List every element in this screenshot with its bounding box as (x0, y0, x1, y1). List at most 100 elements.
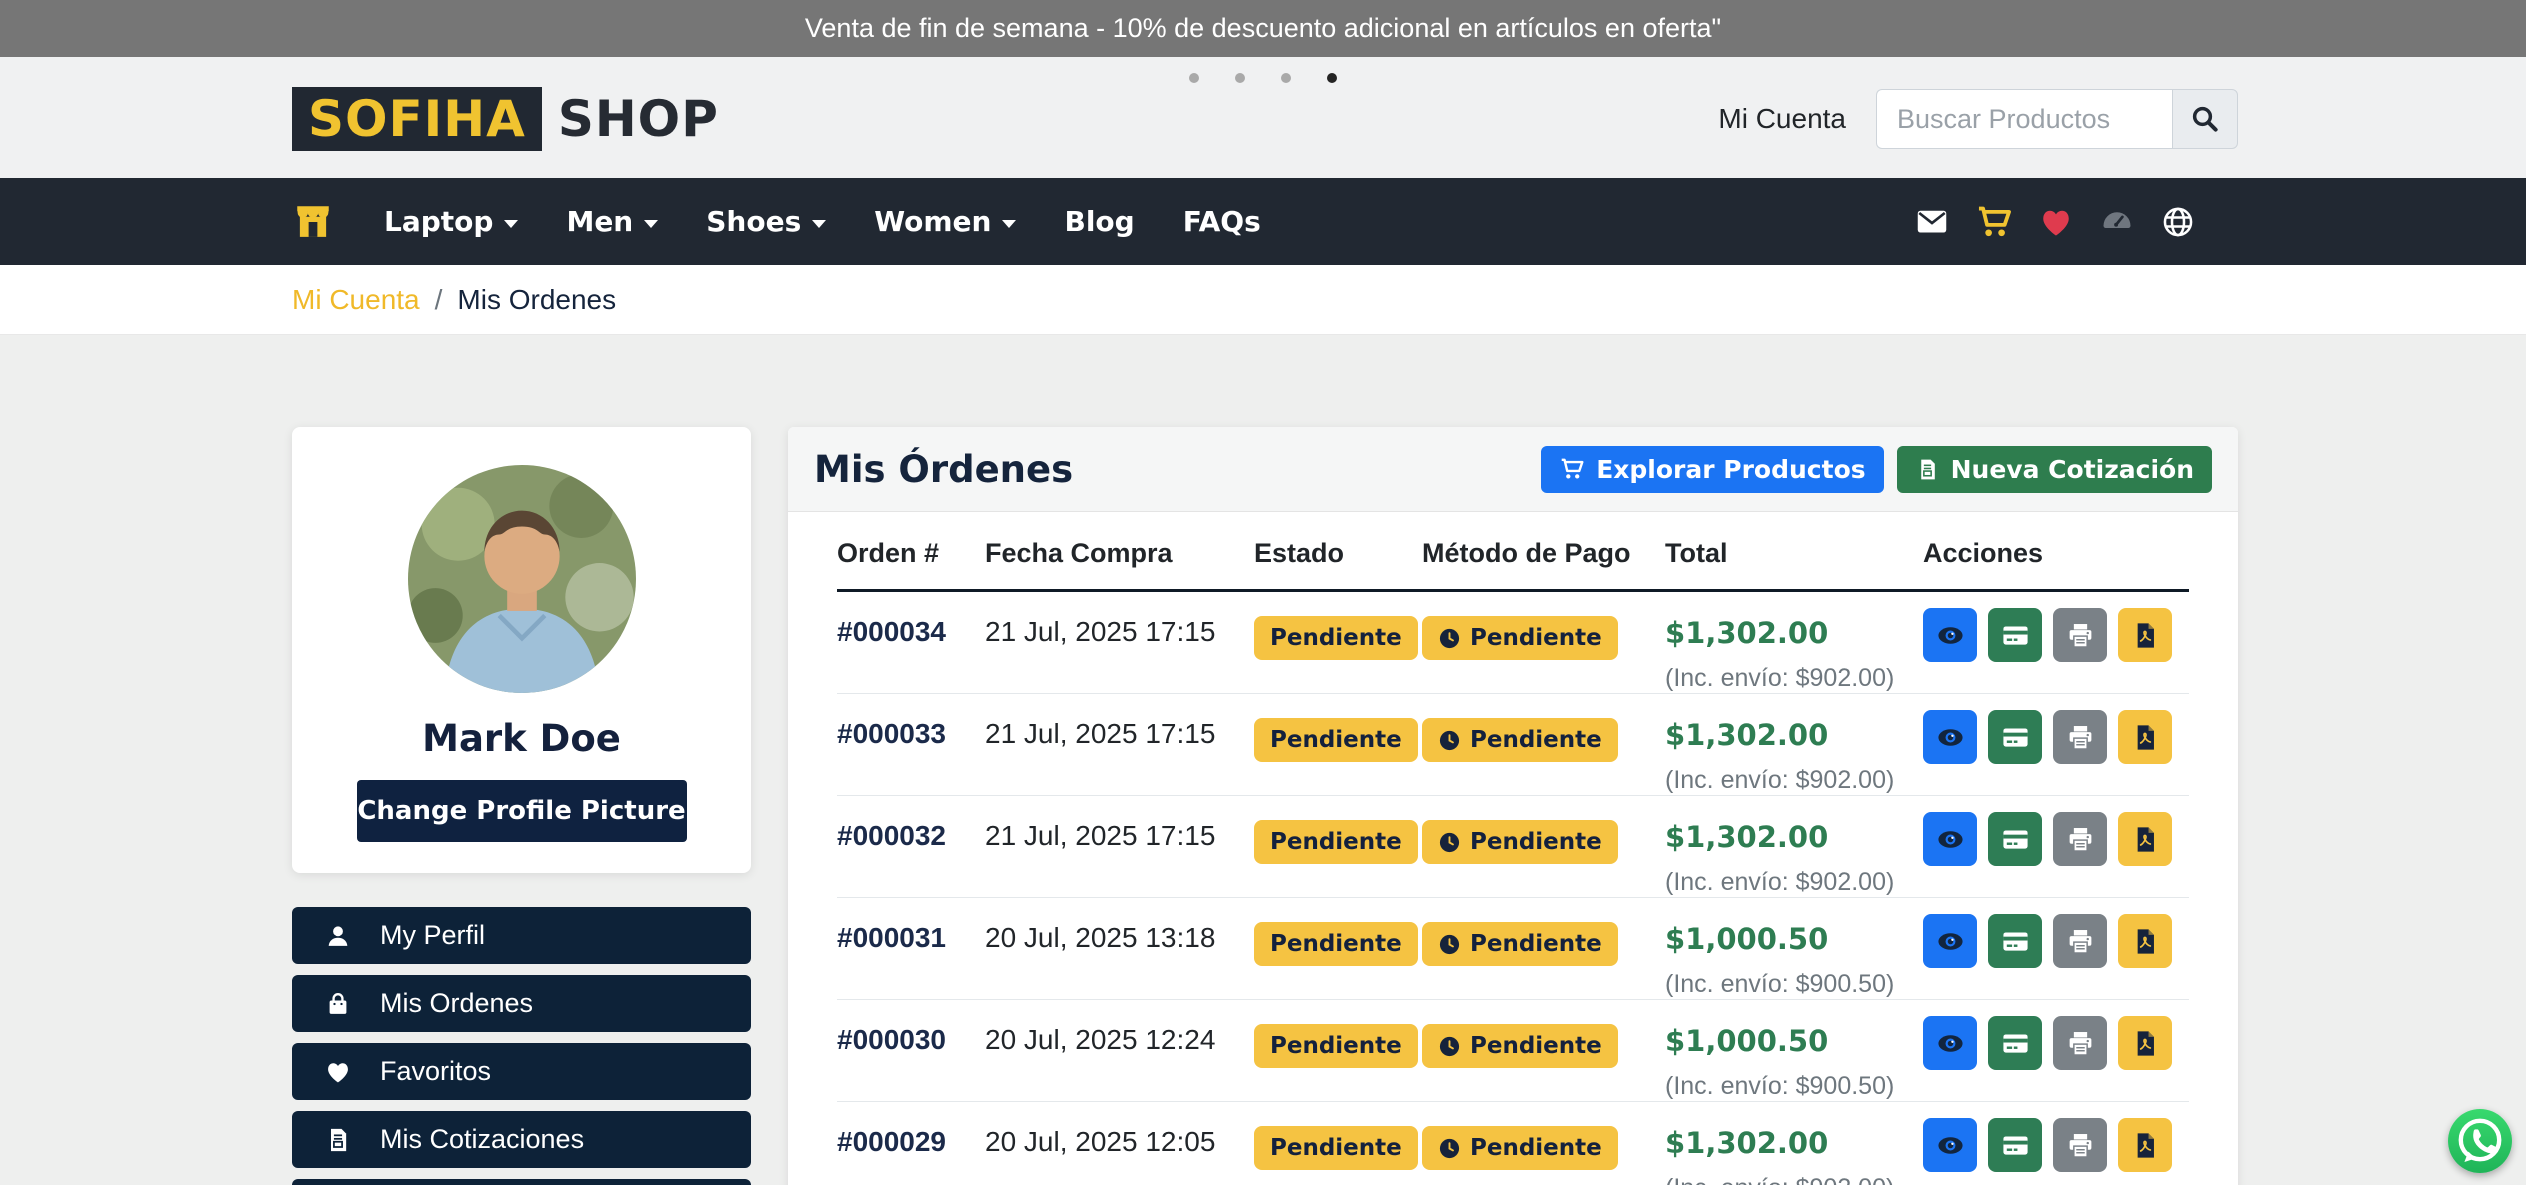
payment-status-label: Pendiente (1470, 829, 1602, 855)
new-quote-button[interactable]: Nueva Cotización (1897, 446, 2212, 493)
new-quote-label: Nueva Cotización (1951, 455, 2194, 484)
store-icon[interactable] (292, 201, 334, 243)
pay-order-button[interactable] (1988, 812, 2042, 866)
eye-icon (1936, 927, 1965, 956)
profile-name: Mark Doe (292, 717, 751, 760)
pay-order-button[interactable] (1988, 710, 2042, 764)
order-date: 21 Jul, 2025 17:15 (985, 694, 1254, 795)
logo-secondary: SHOP (558, 90, 719, 148)
download-pdf-button[interactable] (2118, 608, 2172, 662)
order-status-cell: Pendiente (1254, 592, 1422, 693)
order-number: #000030 (837, 1000, 985, 1101)
order-number: #000032 (837, 796, 985, 897)
order-total-cell: $1,302.00 (Inc. envío: $902.00) (1665, 592, 1923, 693)
logo[interactable]: SOFIHA SHOP (292, 87, 719, 151)
sidebar-item-label: My Perfil (380, 920, 485, 951)
credit-card-icon (2001, 621, 2030, 650)
printer-icon (2066, 825, 2095, 854)
eye-icon (1936, 1029, 1965, 1058)
wishlist-heart-icon[interactable] (2038, 204, 2074, 240)
nav-item-shoes[interactable]: Shoes (706, 205, 826, 238)
print-order-button[interactable] (2053, 608, 2107, 662)
nav-item-men[interactable]: Men (566, 205, 658, 238)
account-link[interactable]: Mi Cuenta (1718, 103, 1846, 135)
nav-item-laptop[interactable]: Laptop (384, 205, 518, 238)
view-order-button[interactable] (1923, 710, 1977, 764)
order-status-cell: Pendiente (1254, 796, 1422, 897)
nav-item-women[interactable]: Women (874, 205, 1016, 238)
orders-panel-header: Mis Órdenes Explorar Productos (788, 427, 2238, 512)
explore-products-button[interactable]: Explorar Productos (1541, 446, 1883, 493)
sidebar-item-mis-cotizaciones[interactable]: Mis Cotizaciones (292, 1111, 751, 1168)
envelope-icon[interactable] (1914, 204, 1950, 240)
table-row: #000033 21 Jul, 2025 17:15 Pendiente Pen… (837, 694, 2189, 796)
shipping-note: (Inc. envío: $902.00) (1665, 868, 1923, 897)
table-row: #000029 20 Jul, 2025 12:05 Pendiente Pen… (837, 1102, 2189, 1185)
carousel-dot[interactable] (1235, 73, 1245, 83)
sidebar-item-label: Mis Cotizaciones (380, 1124, 584, 1155)
status-badge: Pendiente (1254, 922, 1418, 966)
status-badge: Pendiente (1254, 1126, 1418, 1170)
carousel-dot[interactable] (1327, 73, 1337, 83)
print-order-button[interactable] (2053, 1118, 2107, 1172)
carousel-dot[interactable] (1281, 73, 1291, 83)
sidebar-item-favoritos[interactable]: Favoritos (292, 1043, 751, 1100)
nav-item-blog[interactable]: Blog (1064, 205, 1134, 238)
sidebar-item-my-perfil[interactable]: My Perfil (292, 907, 751, 964)
search-input[interactable] (1876, 89, 2172, 149)
order-total: $1,302.00 (1665, 820, 1923, 854)
download-pdf-button[interactable] (2118, 1016, 2172, 1070)
breadcrumb-account-link[interactable]: Mi Cuenta (292, 284, 420, 316)
document-icon (324, 1126, 352, 1154)
printer-icon (2066, 927, 2095, 956)
print-order-button[interactable] (2053, 710, 2107, 764)
table-row: #000032 21 Jul, 2025 17:15 Pendiente Pen… (837, 796, 2189, 898)
view-order-button[interactable] (1923, 608, 1977, 662)
printer-icon (2066, 1029, 2095, 1058)
breadcrumb-current: Mis Ordenes (457, 284, 616, 316)
order-total: $1,000.50 (1665, 1024, 1923, 1058)
view-order-button[interactable] (1923, 812, 1977, 866)
clock-icon (1438, 831, 1461, 854)
order-date: 20 Jul, 2025 12:05 (985, 1102, 1254, 1185)
view-order-button[interactable] (1923, 1016, 1977, 1070)
language-globe-icon[interactable] (2160, 204, 2196, 240)
view-order-button[interactable] (1923, 914, 1977, 968)
download-pdf-button[interactable] (2118, 1118, 2172, 1172)
column-header-status: Estado (1254, 538, 1422, 569)
download-pdf-button[interactable] (2118, 914, 2172, 968)
whatsapp-button[interactable] (2448, 1109, 2512, 1173)
download-pdf-button[interactable] (2118, 710, 2172, 764)
print-order-button[interactable] (2053, 914, 2107, 968)
shipping-note: (Inc. envío: $902.00) (1665, 664, 1923, 693)
pay-order-button[interactable] (1988, 1016, 2042, 1070)
clock-icon (1438, 1137, 1461, 1160)
change-profile-picture-button[interactable]: Change Profile Picture (357, 780, 687, 842)
download-pdf-button[interactable] (2118, 812, 2172, 866)
print-order-button[interactable] (2053, 812, 2107, 866)
carousel-dots (0, 73, 2526, 83)
order-total-cell: $1,302.00 (Inc. envío: $902.00) (1665, 796, 1923, 897)
credit-card-icon (2001, 825, 2030, 854)
column-header-order: Orden # (837, 538, 985, 569)
orders-panel: Mis Órdenes Explorar Productos (788, 427, 2238, 1185)
search-button[interactable] (2172, 89, 2238, 149)
nav-item-faqs[interactable]: FAQs (1183, 205, 1261, 238)
pay-order-button[interactable] (1988, 914, 2042, 968)
cart-icon[interactable] (1975, 203, 2013, 241)
pay-order-button[interactable] (1988, 1118, 2042, 1172)
orders-table-body: #000034 21 Jul, 2025 17:15 Pendiente Pen… (837, 592, 2189, 1185)
dashboard-icon[interactable] (2099, 204, 2135, 240)
nav-item-label: Shoes (706, 205, 801, 238)
print-order-button[interactable] (2053, 1016, 2107, 1070)
sidebar-item-mis-ordenes[interactable]: Mis Ordenes (292, 975, 751, 1032)
payment-status-label: Pendiente (1470, 727, 1602, 753)
pay-order-button[interactable] (1988, 608, 2042, 662)
shopping-bag-icon (324, 990, 352, 1018)
order-status-cell: Pendiente (1254, 898, 1422, 999)
clock-icon (1438, 933, 1461, 956)
view-order-button[interactable] (1923, 1118, 1977, 1172)
carousel-dot[interactable] (1189, 73, 1199, 83)
pdf-icon (2131, 723, 2160, 752)
sidebar-item-partial[interactable] (292, 1179, 751, 1185)
